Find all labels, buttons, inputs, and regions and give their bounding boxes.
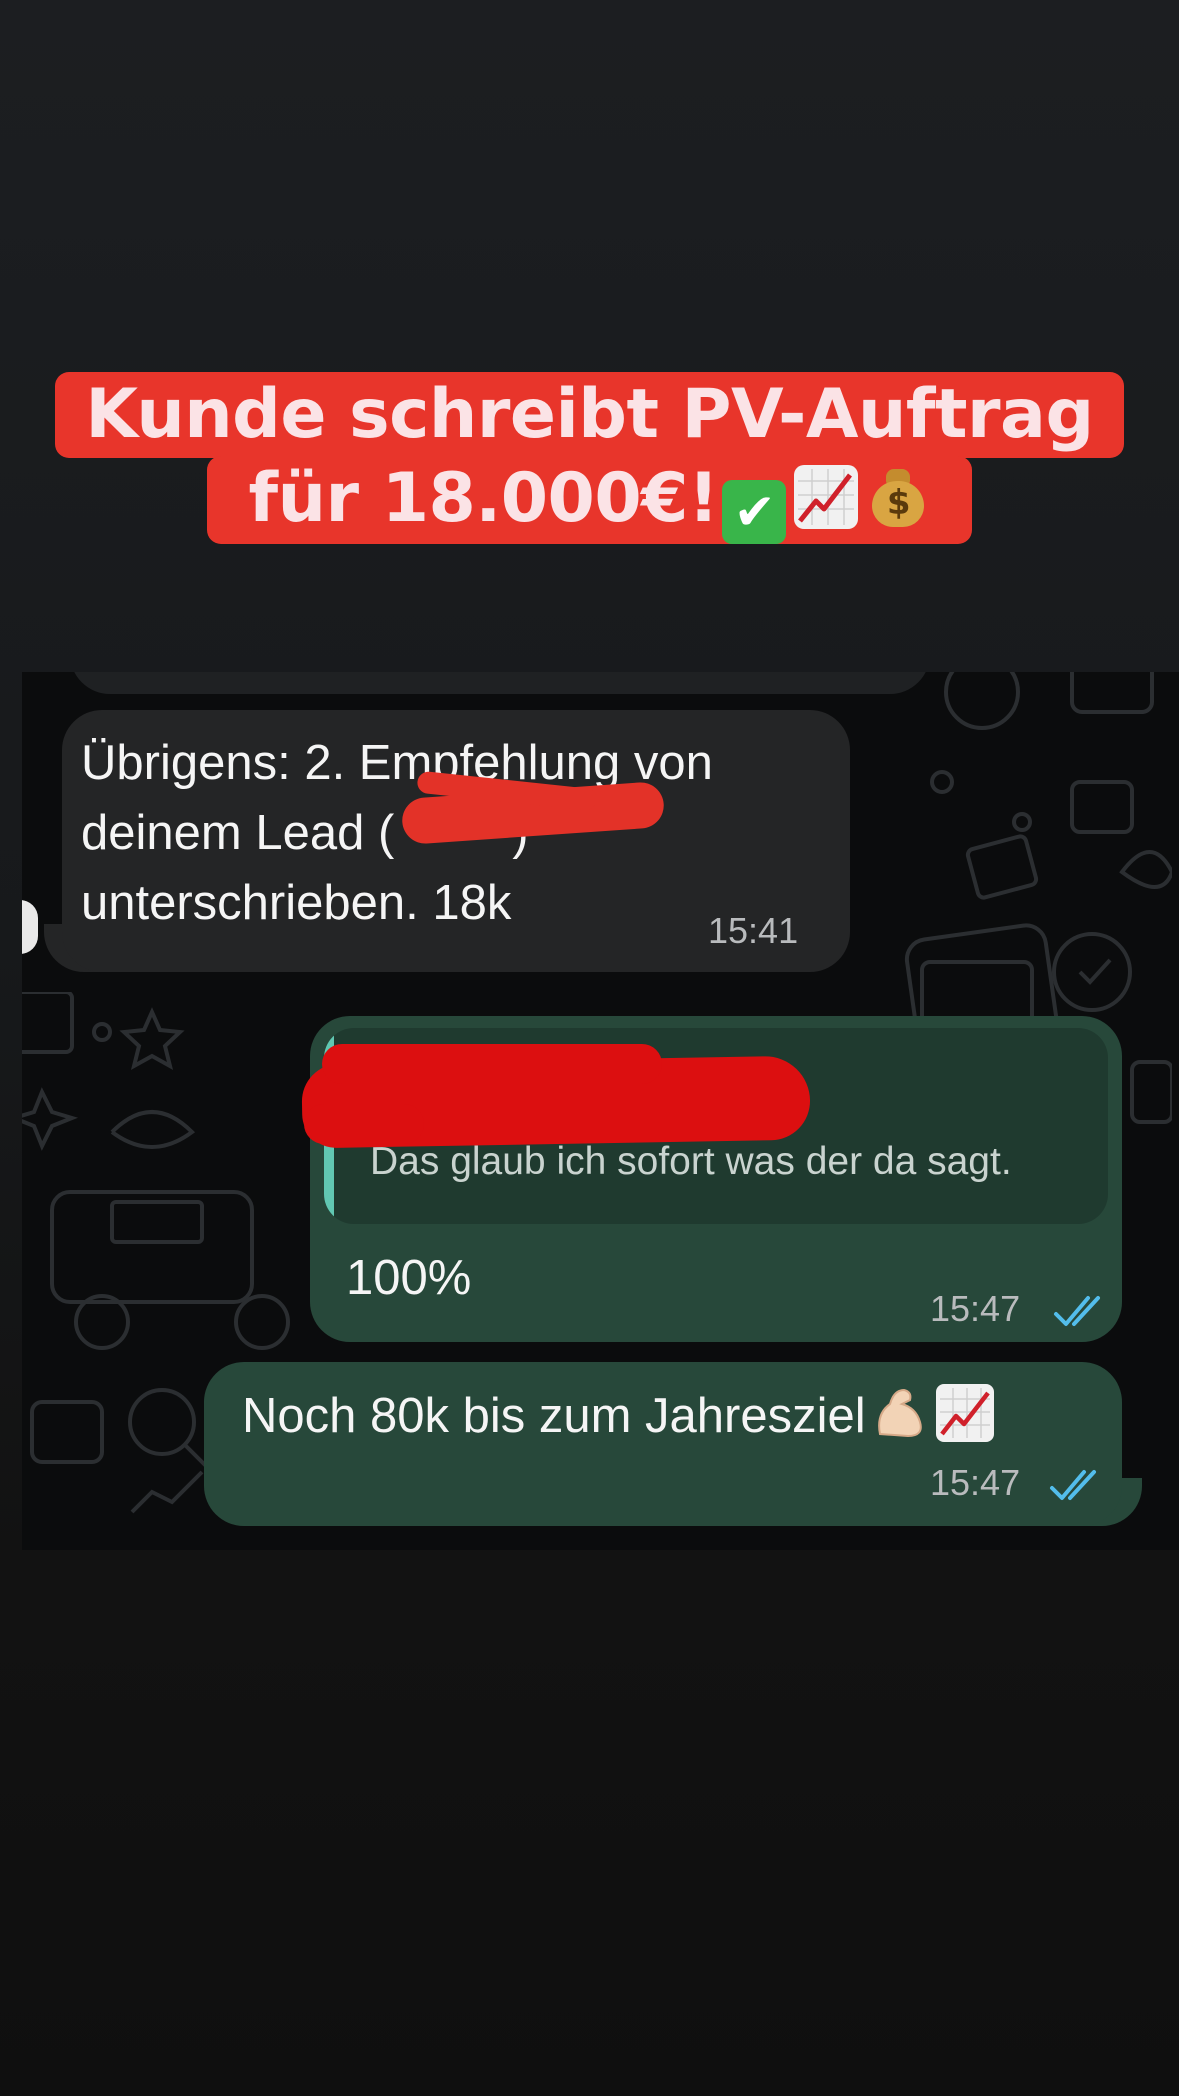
message-timestamp: 15:41 [708, 910, 799, 951]
outgoing-message-bubble[interactable]: Noch 80k bis zum Jahresziel 15:47 [204, 1362, 1122, 1526]
quoted-message-text: Das glaub ich sofort was der da sagt. [370, 1140, 1012, 1183]
chart-increasing-icon [935, 1384, 994, 1442]
chat-screenshot: Übrigens: 2. Empfehlung von deinem Lead … [22, 672, 1179, 1550]
read-receipt-icon [1050, 1470, 1096, 1500]
redaction-scribble [304, 1104, 424, 1144]
flexed-biceps-icon [872, 1384, 930, 1442]
outgoing-message-text: 100% [346, 1251, 472, 1305]
outgoing-message-text-content: Noch 80k bis zum Jahresziel [242, 1389, 866, 1443]
caption-line-2-text: für 18.000€! [248, 459, 719, 538]
wallpaper-doodle-icon [930, 672, 1172, 900]
read-receipt-icon [1054, 1296, 1100, 1326]
scroll-indicator [22, 900, 38, 954]
incoming-message-line-2-start: deinem Lead ( [81, 806, 395, 860]
money-bag-icon: $ [866, 465, 930, 529]
message-timestamp: 15:47 [930, 1288, 1021, 1329]
caption-line-1: Kunde schreibt PV-Auftrag [55, 372, 1124, 458]
outgoing-message-text: Noch 80k bis zum Jahresziel [242, 1384, 994, 1444]
story-caption: Kunde schreibt PV-Auftrag für 18.000€! ✔ … [0, 372, 1179, 544]
message-timestamp: 15:47 [930, 1462, 1021, 1503]
check-mark-icon: ✔ [722, 480, 787, 544]
previous-message-edge [70, 672, 930, 694]
redaction-scribble [322, 1044, 662, 1084]
caption-line-2: für 18.000€! ✔ $ [206, 456, 973, 544]
chart-increasing-icon [794, 465, 859, 529]
